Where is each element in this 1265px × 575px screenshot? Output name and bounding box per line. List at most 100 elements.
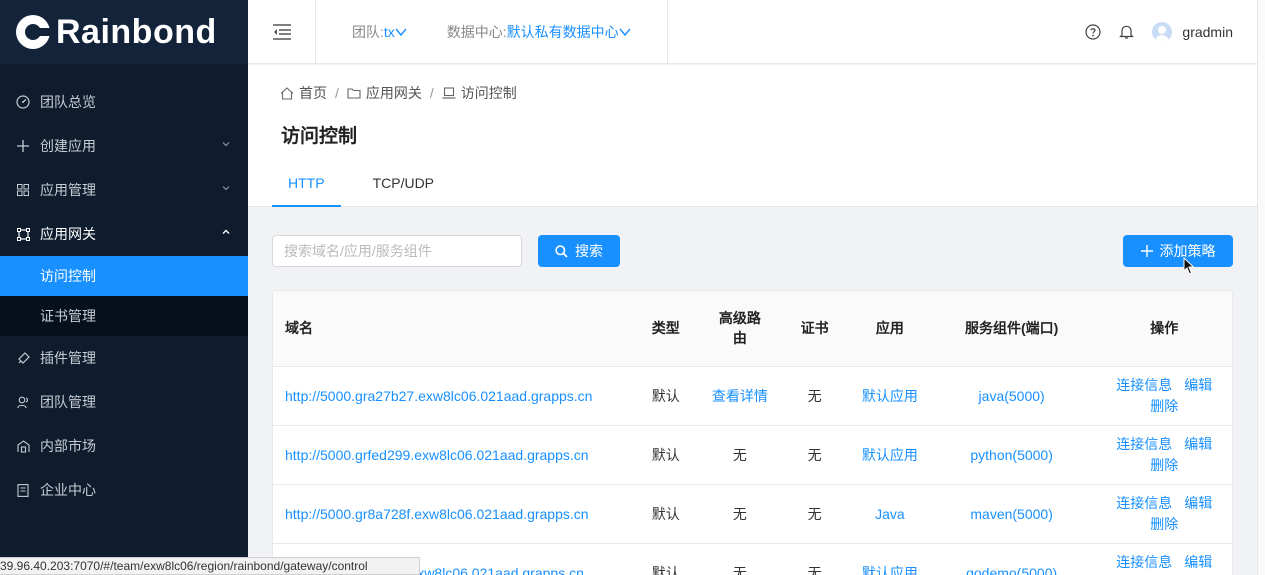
apps-grid-icon: [16, 183, 30, 197]
chevron-down-icon: [222, 142, 230, 147]
domain-link[interactable]: http://5000.grfed299.exw8lc06.021aad.gra…: [273, 425, 628, 485]
sidebar-item-internal-market[interactable]: 内部市场: [0, 424, 248, 468]
domain-link[interactable]: http://5000.gra27b27.exw8lc06.021aad.gra…: [273, 366, 628, 426]
component-link[interactable]: python(5000): [926, 425, 1097, 485]
advanced-routing-cell: 无: [703, 425, 777, 485]
advanced-routing-cell: 无: [703, 484, 777, 544]
sidebar-subitem-access-control[interactable]: 访问控制: [0, 256, 248, 296]
component-link[interactable]: maven(5000): [926, 484, 1097, 544]
cert-cell: 无: [776, 543, 854, 575]
edit-link[interactable]: 编辑: [1184, 436, 1212, 452]
chevron-down-icon: [222, 186, 230, 191]
tab-bar: HTTP TCP/UDP: [272, 175, 466, 207]
sidebar-item-label: 创建应用: [40, 138, 96, 154]
team-label: 团队:: [352, 23, 384, 40]
datacenter-selector[interactable]: 默认私有数据中心: [507, 22, 631, 42]
market-icon: [16, 439, 30, 453]
logo[interactable]: Rainbond: [0, 0, 248, 64]
edit-link[interactable]: 编辑: [1184, 554, 1212, 570]
enterprise-icon: [16, 483, 30, 497]
sidebar-subitem-cert-management[interactable]: 证书管理: [0, 296, 248, 336]
type-cell: 默认: [627, 543, 704, 575]
team-icon: [16, 395, 30, 409]
collapse-sidebar-button[interactable]: [248, 0, 316, 64]
rainbond-logo-icon: [16, 15, 52, 49]
laptop-icon: [442, 87, 456, 99]
plus-icon: [16, 139, 30, 153]
brand-name: Rainbond: [56, 12, 217, 51]
type-cell: 默认: [627, 366, 704, 426]
connect-info-link[interactable]: 连接信息: [1116, 436, 1172, 452]
delete-link[interactable]: 删除: [1150, 516, 1178, 532]
avatar[interactable]: [1152, 21, 1173, 42]
bell-icon[interactable]: [1119, 24, 1135, 40]
breadcrumb-home[interactable]: 首页: [280, 83, 327, 103]
ops-cell: 连接信息编辑 删除: [1096, 425, 1232, 485]
cert-cell: 无: [776, 425, 854, 485]
sidebar-item-app-management[interactable]: 应用管理: [0, 168, 248, 212]
header-actions: gradmin: [1067, 21, 1257, 42]
app-link[interactable]: 默认应用: [853, 425, 927, 485]
search-icon: [555, 244, 568, 258]
sidebar-item-team-overview[interactable]: 团队总览: [0, 80, 248, 124]
sidebar-item-enterprise-center[interactable]: 企业中心: [0, 468, 248, 512]
breadcrumb-current: 访问控制: [442, 83, 517, 103]
connect-info-link[interactable]: 连接信息: [1116, 554, 1172, 570]
cert-cell: 无: [776, 366, 854, 426]
breadcrumb-gateway[interactable]: 应用网关: [347, 83, 422, 103]
search-button-label: 搜索: [575, 243, 603, 259]
advanced-routing-cell: 无: [703, 543, 777, 575]
component-link[interactable]: godemo(5000): [926, 543, 1097, 575]
breadcrumb-separator: /: [429, 85, 434, 101]
column-header-advanced-line2: 由: [732, 330, 747, 347]
sidebar-item-label: 团队总览: [40, 94, 96, 110]
tab-http[interactable]: HTTP: [272, 175, 341, 207]
domain-link[interactable]: http://5000.gr8a728f.exw8lc06.021aad.gra…: [273, 484, 628, 544]
delete-link[interactable]: 删除: [1150, 457, 1178, 473]
edit-link[interactable]: 编辑: [1184, 377, 1212, 393]
menu-fold-icon: [272, 23, 291, 40]
sidebar-item-team-management[interactable]: 团队管理: [0, 380, 248, 424]
home-icon: [280, 86, 294, 100]
help-icon[interactable]: [1085, 23, 1102, 40]
browser-status-bar: 39.96.40.203:7070/#/team/exw8lc06/region…: [0, 557, 420, 575]
column-header-domain: 域名: [273, 291, 628, 367]
delete-link[interactable]: 删除: [1150, 398, 1178, 414]
breadcrumb: 首页 / 应用网关 / 访问控制: [280, 83, 517, 103]
team-selector[interactable]: tx: [384, 24, 407, 40]
sidebar-item-label: 团队管理: [40, 394, 96, 410]
column-header-advanced-routing: 高级路由: [703, 291, 777, 367]
sidebar-item-label: 插件管理: [40, 350, 96, 366]
app-link[interactable]: 默认应用: [853, 543, 927, 575]
page-scrollbar[interactable]: [1257, 0, 1265, 575]
username[interactable]: gradmin: [1182, 24, 1233, 40]
breadcrumb-gateway-label: 应用网关: [365, 85, 422, 101]
search-button[interactable]: 搜索: [538, 235, 620, 267]
connect-info-link[interactable]: 连接信息: [1116, 377, 1172, 393]
connect-info-link[interactable]: 连接信息: [1116, 495, 1172, 511]
advanced-routing-cell[interactable]: 查看详情: [703, 366, 777, 426]
plus-icon: [1140, 245, 1153, 257]
header-context: 团队: tx 数据中心: 默认私有数据中心: [316, 0, 668, 64]
ops-cell: 连接信息编辑 删除: [1096, 543, 1232, 575]
sidebar-item-plugin-management[interactable]: 插件管理: [0, 336, 248, 380]
datacenter-label: 数据中心:: [446, 23, 507, 40]
add-policy-button[interactable]: 添加策略: [1123, 235, 1233, 267]
app-link[interactable]: 默认应用: [853, 366, 927, 426]
breadcrumb-current-label: 访问控制: [460, 85, 517, 101]
tab-tcp-udp[interactable]: TCP/UDP: [357, 175, 450, 207]
sidebar-item-app-gateway[interactable]: 应用网关: [0, 212, 248, 256]
sidebar: Rainbond 团队总览 创建应用 应用管理 应用网关 访问控制 证书管理 插…: [0, 0, 248, 575]
component-link[interactable]: java(5000): [926, 366, 1097, 426]
page-header: 首页 / 应用网关 / 访问控制 访问控制 HTTP TCP/UDP: [248, 65, 1257, 207]
edit-link[interactable]: 编辑: [1184, 495, 1212, 511]
access-control-table: 域名 类型 高级路由 证书 应用 服务组件(端口) 操作 http://5000…: [272, 290, 1233, 575]
cert-cell: 无: [776, 484, 854, 544]
dashboard-icon: [16, 95, 30, 109]
search-input[interactable]: [272, 235, 522, 267]
datacenter-value: 默认私有数据中心: [506, 23, 619, 40]
chevron-down-icon: [619, 28, 631, 36]
app-link[interactable]: Java: [853, 484, 927, 544]
sidebar-item-create-app[interactable]: 创建应用: [0, 124, 248, 168]
column-header-advanced-line1: 高级路: [718, 310, 761, 327]
